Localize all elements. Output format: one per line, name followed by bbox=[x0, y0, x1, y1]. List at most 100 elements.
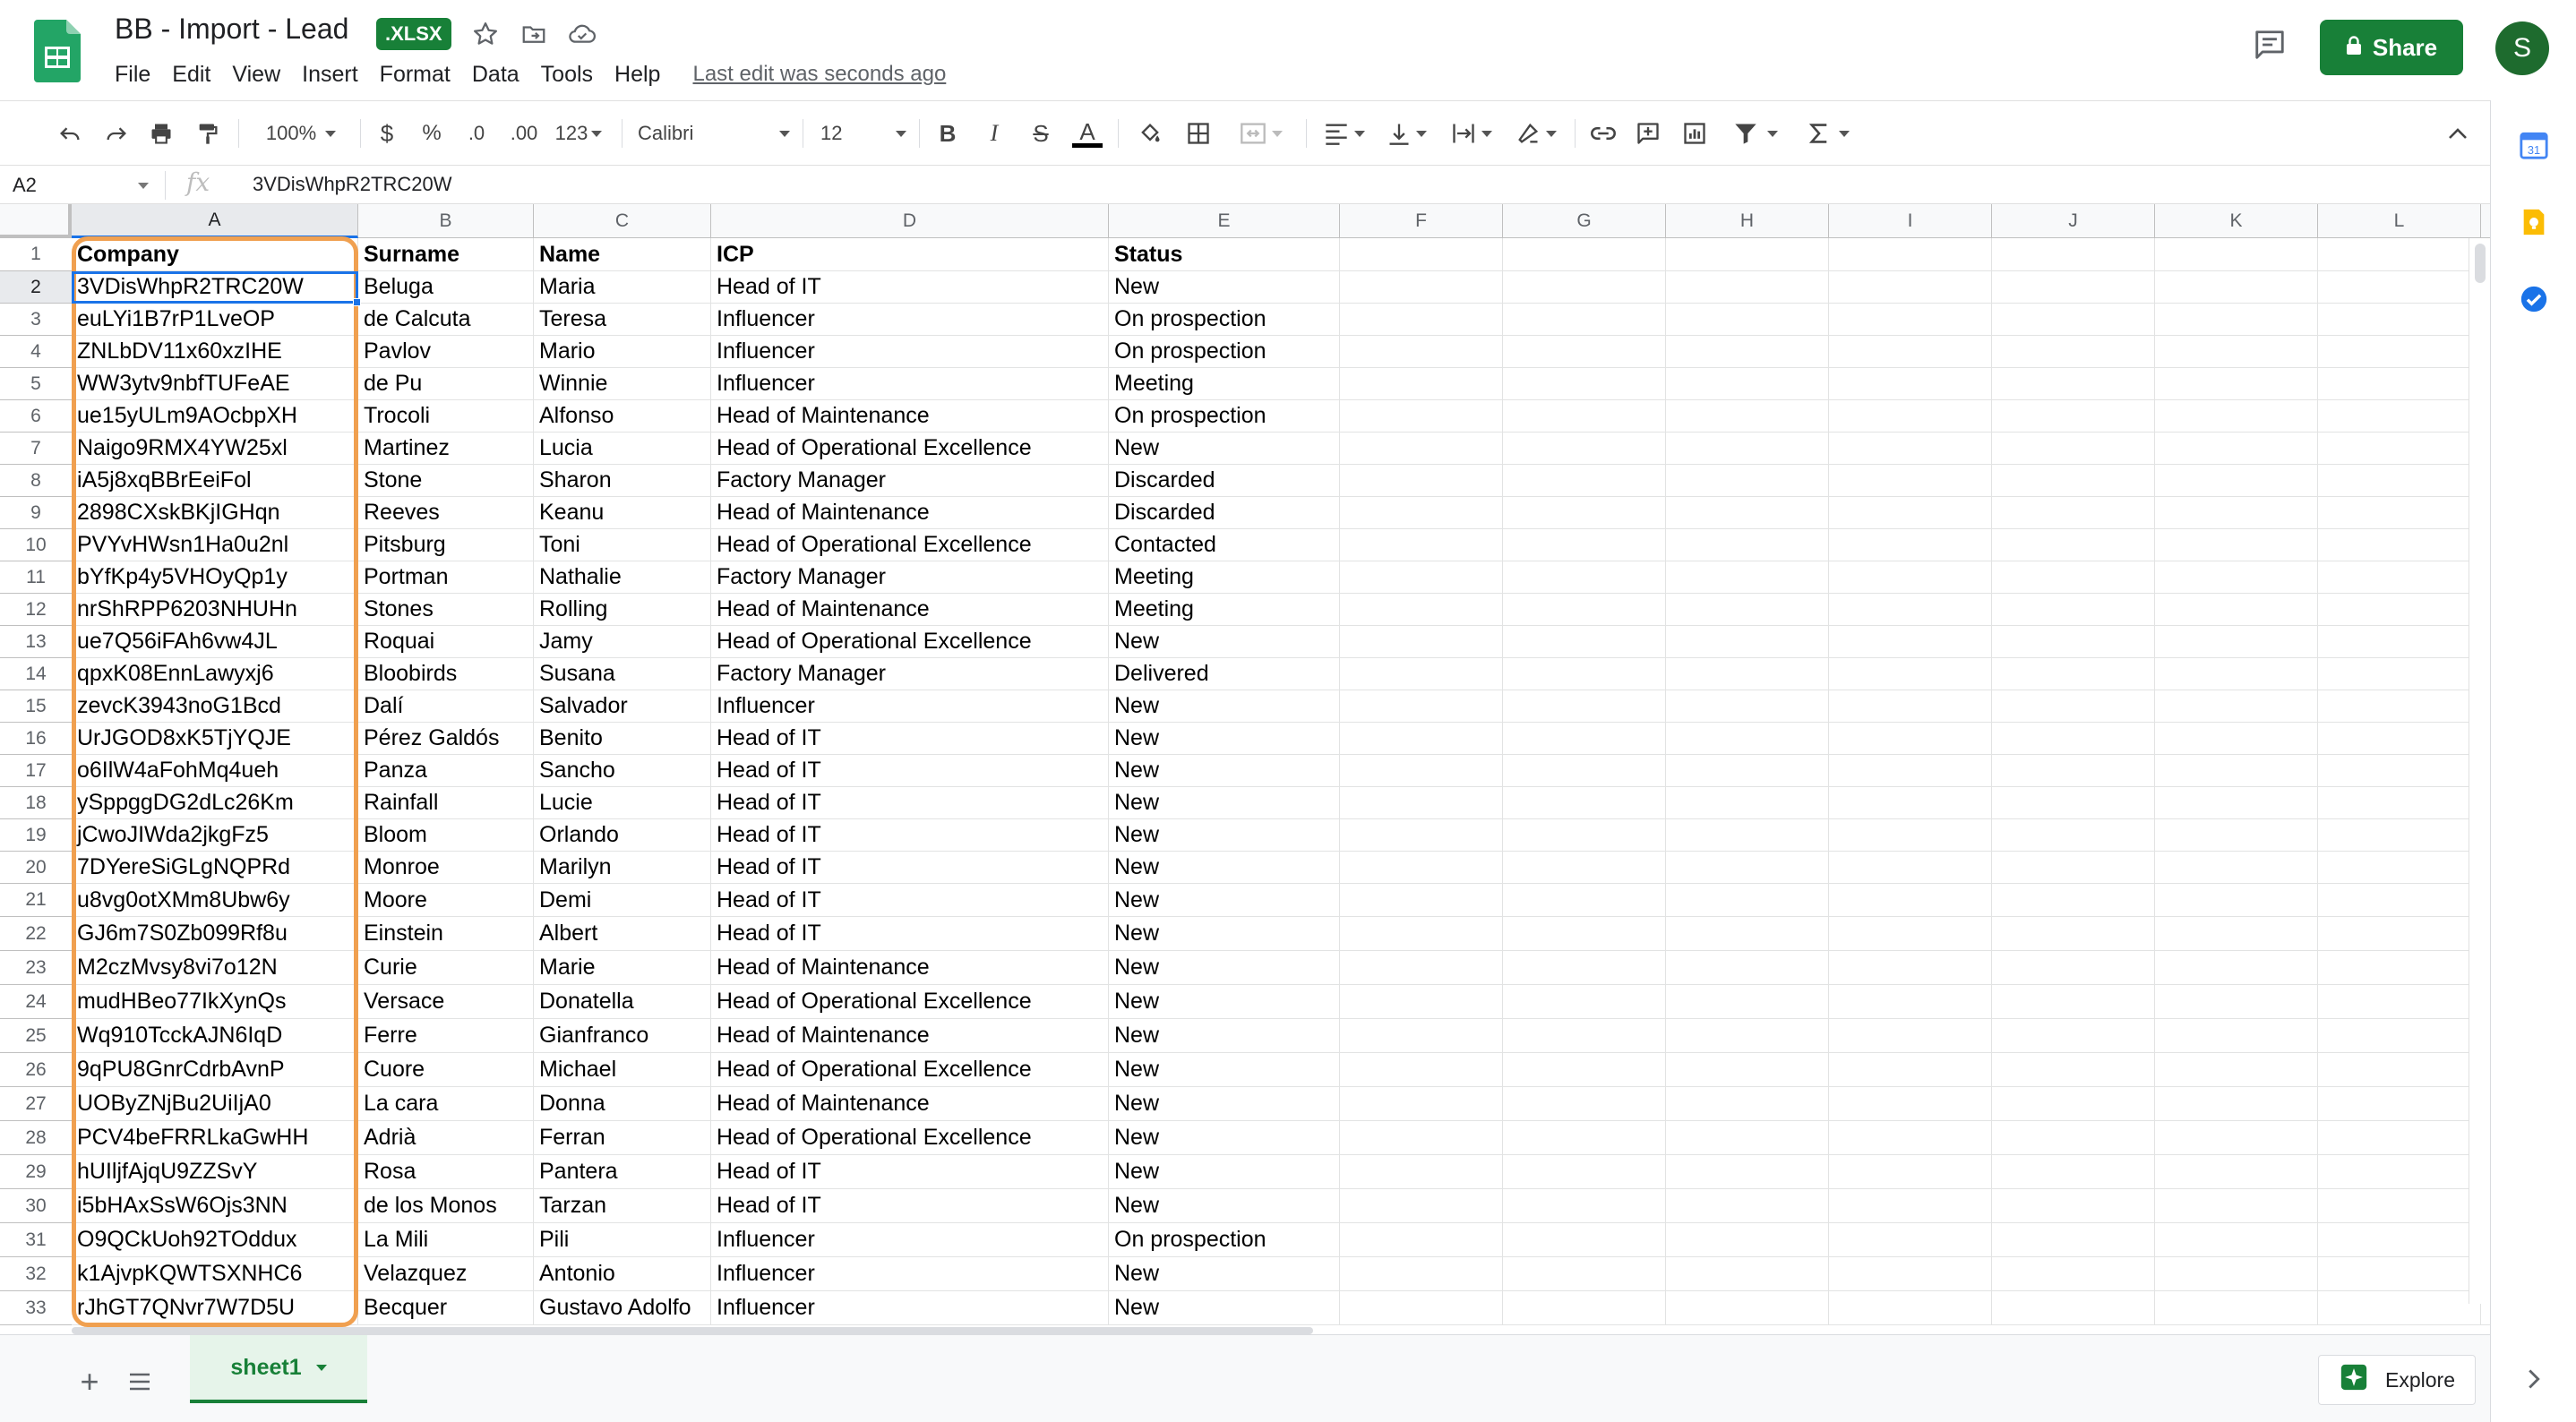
redo-icon[interactable] bbox=[99, 116, 134, 151]
cell-l6[interactable] bbox=[2318, 400, 2481, 432]
cell-c5[interactable]: Winnie bbox=[534, 368, 711, 399]
cell-c7[interactable]: Lucia bbox=[534, 433, 711, 464]
cell-d6[interactable]: Head of Maintenance bbox=[711, 400, 1109, 432]
cell-l1[interactable] bbox=[2318, 238, 2481, 270]
cell-b27[interactable]: La cara bbox=[358, 1087, 534, 1120]
cell-d14[interactable]: Factory Manager bbox=[711, 658, 1109, 690]
menu-help[interactable]: Help bbox=[604, 62, 671, 88]
cell-i30[interactable] bbox=[1829, 1189, 1992, 1222]
cell-b4[interactable]: Pavlov bbox=[358, 336, 534, 367]
cell-c1[interactable]: Name bbox=[534, 238, 711, 270]
cell-k23[interactable] bbox=[2155, 951, 2318, 984]
row-header[interactable]: 28 bbox=[0, 1121, 72, 1155]
row-header[interactable]: 16 bbox=[0, 723, 72, 755]
cell-f30[interactable] bbox=[1340, 1189, 1503, 1222]
insert-comment-icon[interactable] bbox=[1630, 116, 1666, 151]
cell-c15[interactable]: Salvador bbox=[534, 690, 711, 722]
cell-l5[interactable] bbox=[2318, 368, 2481, 399]
cell-f22[interactable] bbox=[1340, 917, 1503, 950]
cell-e26[interactable]: New bbox=[1109, 1053, 1340, 1086]
cell-f8[interactable] bbox=[1340, 465, 1503, 496]
cell-a7[interactable]: Naigo9RMX4YW25xl bbox=[72, 433, 358, 464]
cell-g27[interactable] bbox=[1503, 1087, 1666, 1120]
cell-g29[interactable] bbox=[1503, 1155, 1666, 1188]
cell-g12[interactable] bbox=[1503, 594, 1666, 625]
cell-e6[interactable]: On prospection bbox=[1109, 400, 1340, 432]
cell-a10[interactable]: PVYvHWsn1Ha0u2nl bbox=[72, 529, 358, 561]
cell-b6[interactable]: Trocoli bbox=[358, 400, 534, 432]
cell-j18[interactable] bbox=[1992, 787, 2155, 818]
cell-l15[interactable] bbox=[2318, 690, 2481, 722]
cell-i7[interactable] bbox=[1829, 433, 1992, 464]
cell-j31[interactable] bbox=[1992, 1223, 2155, 1256]
cell-b16[interactable]: Pérez Galdós bbox=[358, 723, 534, 754]
menu-data[interactable]: Data bbox=[461, 62, 530, 88]
cell-j10[interactable] bbox=[1992, 529, 2155, 561]
cell-j33[interactable] bbox=[1992, 1291, 2155, 1324]
cell-j30[interactable] bbox=[1992, 1189, 2155, 1222]
cell-a25[interactable]: Wq910TcckAJN6IqD bbox=[72, 1019, 358, 1052]
cell-j12[interactable] bbox=[1992, 594, 2155, 625]
cell-b5[interactable]: de Pu bbox=[358, 368, 534, 399]
cell-h9[interactable] bbox=[1666, 497, 1829, 528]
formula-input[interactable]: 3VDisWhpR2TRC20W bbox=[253, 173, 452, 196]
cell-i28[interactable] bbox=[1829, 1121, 1992, 1154]
cell-e4[interactable]: On prospection bbox=[1109, 336, 1340, 367]
font-family-select[interactable]: Calibri bbox=[638, 116, 790, 151]
cell-e28[interactable]: New bbox=[1109, 1121, 1340, 1154]
cell-f31[interactable] bbox=[1340, 1223, 1503, 1256]
cell-e11[interactable]: Meeting bbox=[1109, 561, 1340, 593]
cell-b30[interactable]: de los Monos bbox=[358, 1189, 534, 1222]
cell-c23[interactable]: Marie bbox=[534, 951, 711, 984]
cell-l25[interactable] bbox=[2318, 1019, 2481, 1052]
cell-b33[interactable]: Becquer bbox=[358, 1291, 534, 1324]
cell-f2[interactable] bbox=[1340, 271, 1503, 303]
cell-k22[interactable] bbox=[2155, 917, 2318, 950]
cell-b23[interactable]: Curie bbox=[358, 951, 534, 984]
text-rotation-select[interactable] bbox=[1508, 116, 1564, 151]
cell-j32[interactable] bbox=[1992, 1257, 2155, 1290]
cell-e31[interactable]: On prospection bbox=[1109, 1223, 1340, 1256]
cell-b20[interactable]: Monroe bbox=[358, 852, 534, 883]
tasks-icon[interactable] bbox=[2518, 283, 2550, 315]
cell-k12[interactable] bbox=[2155, 594, 2318, 625]
cell-e7[interactable]: New bbox=[1109, 433, 1340, 464]
cell-j11[interactable] bbox=[1992, 561, 2155, 593]
cell-f18[interactable] bbox=[1340, 787, 1503, 818]
cell-a13[interactable]: ue7Q56iFAh6vw4JL bbox=[72, 626, 358, 657]
cell-e14[interactable]: Delivered bbox=[1109, 658, 1340, 690]
cell-g5[interactable] bbox=[1503, 368, 1666, 399]
cell-c25[interactable]: Gianfranco bbox=[534, 1019, 711, 1052]
cell-e3[interactable]: On prospection bbox=[1109, 304, 1340, 335]
cell-d28[interactable]: Head of Operational Excellence bbox=[711, 1121, 1109, 1154]
cell-b26[interactable]: Cuore bbox=[358, 1053, 534, 1086]
cell-e32[interactable]: New bbox=[1109, 1257, 1340, 1290]
horizontal-scrollbar[interactable] bbox=[72, 1327, 2469, 1334]
cell-g33[interactable] bbox=[1503, 1291, 1666, 1324]
cell-k27[interactable] bbox=[2155, 1087, 2318, 1120]
cell-f13[interactable] bbox=[1340, 626, 1503, 657]
cell-a31[interactable]: O9QCkUoh92TOddux bbox=[72, 1223, 358, 1256]
cell-h1[interactable] bbox=[1666, 238, 1829, 270]
cell-j7[interactable] bbox=[1992, 433, 2155, 464]
cell-j24[interactable] bbox=[1992, 985, 2155, 1018]
cell-d12[interactable]: Head of Maintenance bbox=[711, 594, 1109, 625]
zoom-select[interactable]: 100% bbox=[254, 116, 348, 151]
column-header-d[interactable]: D bbox=[711, 204, 1109, 238]
cell-i2[interactable] bbox=[1829, 271, 1992, 303]
cell-l22[interactable] bbox=[2318, 917, 2481, 950]
row-header[interactable]: 1 bbox=[0, 238, 72, 271]
cell-k18[interactable] bbox=[2155, 787, 2318, 818]
menu-tools[interactable]: Tools bbox=[530, 62, 604, 88]
cell-e21[interactable]: New bbox=[1109, 884, 1340, 916]
cell-k6[interactable] bbox=[2155, 400, 2318, 432]
cell-j27[interactable] bbox=[1992, 1087, 2155, 1120]
cell-f15[interactable] bbox=[1340, 690, 1503, 722]
cell-f11[interactable] bbox=[1340, 561, 1503, 593]
cell-e33[interactable]: New bbox=[1109, 1291, 1340, 1324]
cell-g7[interactable] bbox=[1503, 433, 1666, 464]
cell-i20[interactable] bbox=[1829, 852, 1992, 883]
increase-decimal-button[interactable]: .00 bbox=[502, 116, 546, 151]
cell-j28[interactable] bbox=[1992, 1121, 2155, 1154]
cell-k25[interactable] bbox=[2155, 1019, 2318, 1052]
